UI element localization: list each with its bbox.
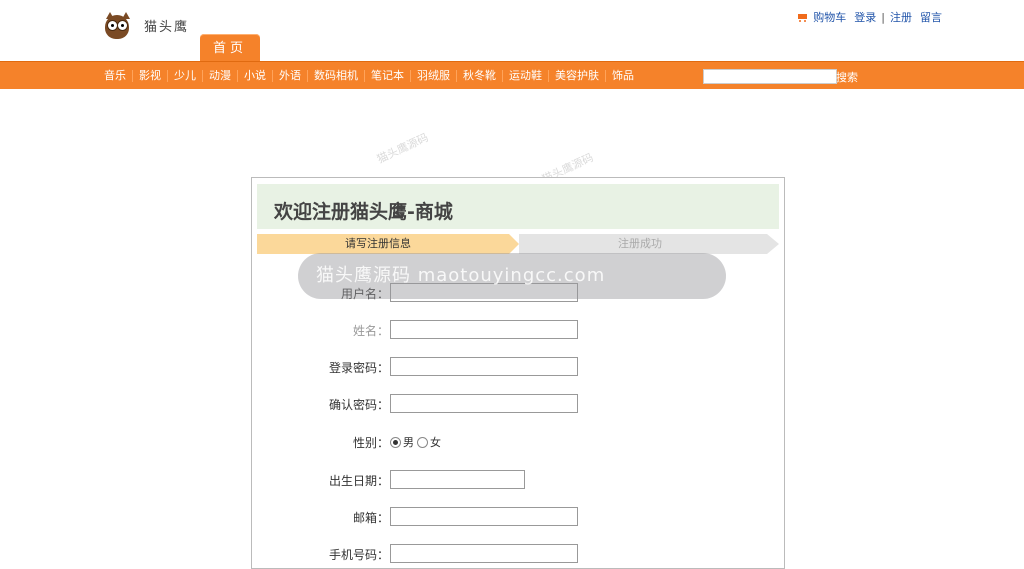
- form-row-phone: 手机号码：: [252, 544, 784, 564]
- search-button[interactable]: 搜索: [836, 69, 858, 85]
- phone-field[interactable]: [390, 544, 578, 563]
- cart-icon: [797, 13, 809, 22]
- phone-label: 手机号码：: [328, 548, 389, 562]
- brand-name: 猫头鹰: [144, 19, 190, 35]
- nav-item-anime[interactable]: 动漫: [202, 69, 237, 82]
- nav-bar: 音乐 影视 少儿 动漫 小说 外语 数码相机 笔记本 羽绒服 秋冬靴 运动鞋 美…: [0, 61, 1024, 89]
- gender-male-label: 男: [403, 436, 414, 449]
- nav-item-camera[interactable]: 数码相机: [307, 69, 364, 82]
- link-separator: |: [881, 10, 885, 24]
- email-label: 邮箱：: [352, 511, 389, 525]
- login-link[interactable]: 登录: [854, 9, 876, 25]
- nav-items: 音乐 影视 少儿 动漫 小说 外语 数码相机 笔记本 羽绒服 秋冬靴 运动鞋 美…: [98, 62, 640, 89]
- search-input[interactable]: [703, 69, 837, 84]
- nav-item-laptop[interactable]: 笔记本: [364, 69, 410, 82]
- nav-item-novel[interactable]: 小说: [237, 69, 272, 82]
- realname-label: 姓名：: [352, 324, 389, 338]
- password-label: 登录密码：: [328, 361, 389, 375]
- watermark-text: 猫头鹰源码: [375, 130, 431, 166]
- nav-item-sneakers[interactable]: 运动鞋: [502, 69, 548, 82]
- message-link[interactable]: 留言: [920, 9, 942, 25]
- form-row-confirm: 确认密码：: [252, 394, 784, 414]
- page-title: 欢迎注册猫头鹰-商城: [274, 201, 453, 223]
- realname-field[interactable]: [390, 320, 578, 339]
- nav-item-down-jacket[interactable]: 羽绒服: [410, 69, 456, 82]
- form-row-email: 邮箱：: [252, 507, 784, 527]
- form-row-realname: 姓名：: [252, 320, 784, 340]
- gender-male-radio[interactable]: [390, 436, 401, 448]
- step-progress: 请写注册信息 注册成功: [257, 234, 779, 254]
- gender-female-radio[interactable]: [417, 436, 428, 448]
- register-panel: 欢迎注册猫头鹰-商城 请写注册信息 注册成功 用户名： 姓名： 登录密码： 确认…: [251, 177, 785, 569]
- birthday-label: 出生日期：: [328, 474, 389, 488]
- nav-item-beauty[interactable]: 美容护肤: [548, 69, 605, 82]
- nav-item-music[interactable]: 音乐: [98, 69, 132, 82]
- form-row-birthday: 出生日期：: [252, 470, 784, 490]
- gender-group: 男 女: [390, 434, 441, 450]
- gender-female-label: 女: [430, 436, 441, 449]
- cart-link[interactable]: 购物车: [813, 9, 846, 25]
- birthday-field[interactable]: [390, 470, 525, 489]
- nav-item-jewelry[interactable]: 饰品: [605, 69, 640, 82]
- confirm-password-field[interactable]: [390, 394, 578, 413]
- top-links: 购物车 登录 | 注册 留言: [797, 9, 942, 25]
- watermark-banner: 猫头鹰源码 maotouyingcc.com: [298, 253, 726, 299]
- password-field[interactable]: [390, 357, 578, 376]
- step-fill-info: 请写注册信息: [257, 234, 519, 254]
- form-row-gender: 性别： 男 女: [252, 432, 784, 452]
- owl-logo-icon: [102, 10, 132, 40]
- register-link[interactable]: 注册: [890, 9, 912, 25]
- gender-label: 性别：: [352, 436, 389, 450]
- nav-item-language[interactable]: 外语: [272, 69, 307, 82]
- nav-item-video[interactable]: 影视: [132, 69, 167, 82]
- nav-item-kids[interactable]: 少儿: [167, 69, 202, 82]
- form-row-password: 登录密码：: [252, 357, 784, 377]
- site-logo[interactable]: 猫头鹰: [102, 10, 189, 40]
- step-success: 注册成功: [519, 234, 779, 254]
- confirm-password-label: 确认密码：: [328, 398, 389, 412]
- email-field[interactable]: [390, 507, 578, 526]
- nav-item-boots[interactable]: 秋冬靴: [456, 69, 502, 82]
- tab-home[interactable]: 首页: [200, 34, 260, 62]
